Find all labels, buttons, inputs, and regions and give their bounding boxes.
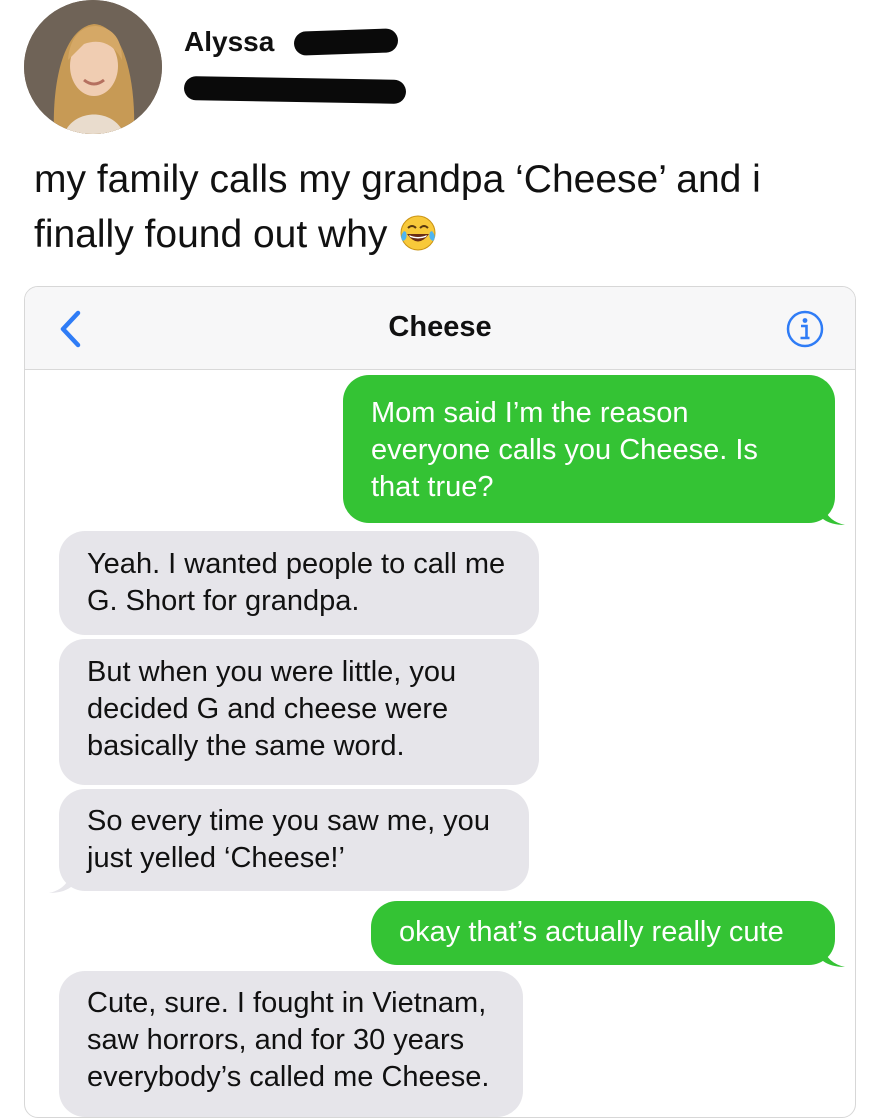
message-text: Cute, sure. I fought in Vietnam, saw hor… <box>87 987 490 1093</box>
message-text: But when you were little, you decided G … <box>87 656 457 762</box>
avatar[interactable] <box>24 0 162 134</box>
message-text: Yeah. I wanted people to call me G. Shor… <box>87 548 506 617</box>
contact-name[interactable]: Cheese <box>25 311 855 344</box>
message-bubble-received[interactable]: Cute, sure. I fought in Vietnam, saw hor… <box>59 971 523 1117</box>
author-name[interactable]: Alyssa <box>184 26 274 58</box>
bubble-tail <box>823 947 845 967</box>
post-text: my family calls my grandpa ‘Cheese’ and … <box>34 152 854 262</box>
navigation-bar: Cheese <box>25 287 855 370</box>
message-text: okay that’s actually really cute <box>399 916 784 948</box>
redaction-mark <box>183 76 407 104</box>
message-text: So every time you saw me, you just yelle… <box>87 805 490 874</box>
profile-photo <box>24 0 162 134</box>
message-bubble-received[interactable]: But when you were little, you decided G … <box>59 639 539 785</box>
message-text: Mom said I’m the reason everyone calls y… <box>371 397 758 503</box>
messages-screenshot: Cheese Mom said I’m the reason everyone … <box>24 286 856 1118</box>
face-with-tears-of-joy-icon <box>400 215 436 251</box>
message-bubble-sent[interactable]: Mom said I’m the reason everyone calls y… <box>343 375 845 525</box>
bubble-tail <box>49 873 71 893</box>
redaction-mark <box>293 28 399 56</box>
bubble-tail <box>823 505 845 525</box>
info-icon[interactable] <box>785 309 825 349</box>
message-bubble-received[interactable]: Yeah. I wanted people to call me G. Shor… <box>59 531 539 635</box>
message-bubble-sent[interactable]: okay that’s actually really cute <box>371 901 845 967</box>
message-bubble-received[interactable]: So every time you saw me, you just yelle… <box>49 789 529 893</box>
